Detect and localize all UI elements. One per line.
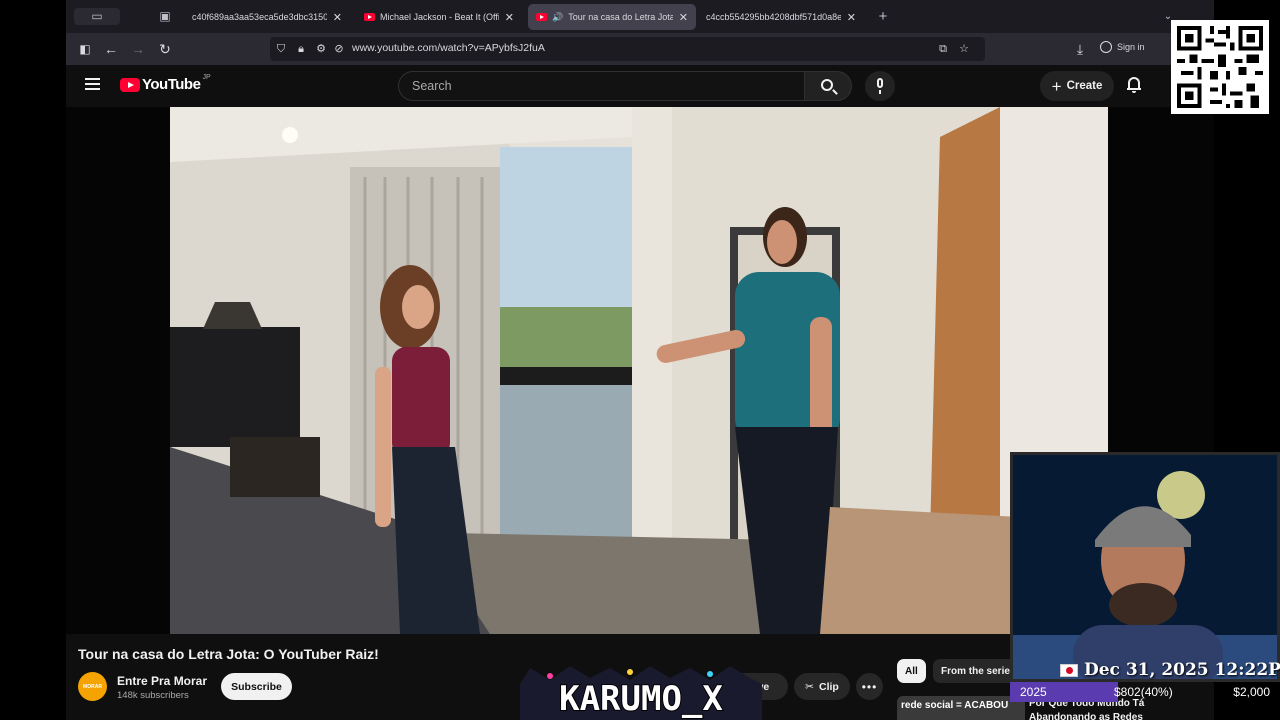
- sidebar-toggle-icon[interactable]: ◧: [76, 40, 94, 58]
- youtube-play-icon: [120, 77, 140, 92]
- progress-label: $802(40%): [1114, 685, 1173, 699]
- tab-strip: ▭ ▣ c40f689aa3aa53eca5de3dbc3150f ✕ Mich…: [66, 0, 1214, 33]
- channel-avatar[interactable]: MORAR: [78, 672, 107, 701]
- year-label: 2025: [1020, 685, 1047, 699]
- tab-overview-icon[interactable]: ▭: [74, 8, 120, 25]
- microphone-icon: [877, 78, 883, 88]
- youtube-logo[interactable]: YouTube JP: [120, 74, 211, 93]
- sign-in-label: Sign in: [1117, 42, 1145, 52]
- goal-label: $2,000: [1233, 685, 1270, 699]
- video-player[interactable]: [170, 107, 1108, 634]
- account-icon: [1100, 41, 1112, 53]
- container-icon[interactable]: ▣: [156, 8, 174, 25]
- search-button[interactable]: [805, 71, 852, 101]
- close-icon[interactable]: ✕: [505, 11, 514, 24]
- tab-title: c40f689aa3aa53eca5de3dbc3150f: [192, 12, 327, 22]
- subscribe-button[interactable]: Subscribe: [221, 673, 292, 700]
- webcam-frame: [1013, 455, 1277, 679]
- bookmark-star-icon[interactable]: ☆: [957, 42, 971, 56]
- webcam-overlay: [1010, 452, 1280, 682]
- close-icon[interactable]: ✕: [847, 11, 856, 24]
- close-icon[interactable]: ✕: [333, 11, 342, 24]
- back-button[interactable]: ←: [102, 40, 120, 58]
- karumo-x-logo: KARUMO_X: [510, 666, 772, 720]
- clip-label: Clip: [818, 680, 839, 693]
- subscriber-count: 148k subscribers: [117, 690, 189, 701]
- tab-tour-casa[interactable]: 🔊 Tour na casa do Letra Jota: ✕: [528, 4, 696, 30]
- youtube-favicon-icon: [536, 13, 547, 21]
- scissors-icon: ✂: [805, 680, 814, 693]
- youtube-header: YouTube JP + Create: [66, 65, 1214, 107]
- channel-name[interactable]: Entre Pra Morar: [117, 674, 207, 688]
- more-actions-button[interactable]: •••: [856, 673, 883, 700]
- tab-hash-1[interactable]: c40f689aa3aa53eca5de3dbc3150f ✕: [184, 4, 350, 30]
- karumo-x-logo-image: KARUMO_X: [520, 666, 762, 720]
- video-frame: [170, 107, 1108, 634]
- url-text: www.youtube.com/watch?v=APybfsJ2fuA: [352, 42, 545, 54]
- country-code: JP: [202, 74, 211, 81]
- thumbnail-text: rede social = ACABOU: [901, 700, 1009, 711]
- permissions-icon[interactable]: ⚙: [314, 42, 328, 56]
- channel-avatar-text: MORAR: [83, 683, 102, 690]
- sign-in-button[interactable]: Sign in: [1100, 41, 1145, 53]
- tab-title: Tour na casa do Letra Jota:: [568, 12, 673, 22]
- reload-button[interactable]: ↻: [156, 40, 174, 58]
- qr-code: [1171, 20, 1269, 114]
- chip-all[interactable]: All: [897, 659, 926, 683]
- new-tab-button[interactable]: +: [874, 8, 892, 25]
- tab-hash-2[interactable]: c4ccb554295bb4208dbf571d0a8e ✕: [698, 4, 864, 30]
- lock-icon[interactable]: 🔒︎: [294, 42, 308, 56]
- youtube-favicon-icon: [364, 13, 375, 21]
- japan-flag-icon: [1060, 663, 1078, 677]
- karumo-x-text: KARUMO_X: [559, 679, 723, 719]
- notifications-bell-icon[interactable]: [1127, 77, 1141, 93]
- youtube-wordmark: YouTube: [142, 76, 201, 93]
- close-icon[interactable]: ✕: [679, 11, 688, 24]
- autoplay-blocked-icon[interactable]: ⊘: [332, 42, 346, 56]
- forward-button[interactable]: →: [129, 40, 147, 58]
- shield-icon[interactable]: ⛉: [274, 42, 288, 56]
- tab-title: Michael Jackson - Beat It (Offic: [380, 12, 499, 22]
- create-label: Create: [1066, 80, 1103, 92]
- tab-michael-jackson[interactable]: Michael Jackson - Beat It (Offic ✕: [356, 4, 522, 30]
- bell-clapper: [1132, 91, 1136, 93]
- recommendation-title-line-2[interactable]: Abandonando as Redes: [1029, 712, 1143, 720]
- search-box: [398, 71, 805, 101]
- bell-base: [1127, 88, 1141, 90]
- plus-icon: +: [1051, 76, 1062, 96]
- clip-button[interactable]: ✂ Clip: [794, 673, 850, 700]
- search-input[interactable]: [399, 72, 804, 100]
- voice-search-button[interactable]: [865, 71, 895, 101]
- stream-date-banner: Dec 31, 2025 12:22PM: [1060, 660, 1280, 680]
- recommendation-thumbnail[interactable]: rede social = ACABOU: [897, 696, 1025, 720]
- navigation-bar: ◧ ← → ↻ ⛉ 🔒︎ ⚙ ⊘ www.youtube.com/watch?v…: [66, 33, 1214, 65]
- tab-title: c4ccb554295bb4208dbf571d0a8e: [706, 12, 841, 22]
- downloads-icon[interactable]: ⤓: [1071, 40, 1089, 58]
- banner-date-text: Dec 31, 2025 12:22PM: [1084, 660, 1280, 680]
- create-button[interactable]: + Create: [1040, 71, 1114, 101]
- video-title: Tour na casa do Letra Jota: O YouTuber R…: [78, 646, 379, 662]
- address-bar[interactable]: ⛉ 🔒︎ ⚙ ⊘ www.youtube.com/watch?v=APybfsJ…: [270, 37, 985, 61]
- search-icon: [821, 79, 833, 91]
- hamburger-menu-icon[interactable]: [85, 78, 100, 90]
- speaker-icon[interactable]: 🔊: [552, 12, 563, 23]
- donation-progress-bar: 2025 $802(40%) $2,000: [1010, 682, 1280, 702]
- picture-in-picture-icon[interactable]: ⧉: [936, 42, 950, 56]
- qr-code-image: [1177, 26, 1263, 108]
- microphone-stand: [879, 90, 881, 94]
